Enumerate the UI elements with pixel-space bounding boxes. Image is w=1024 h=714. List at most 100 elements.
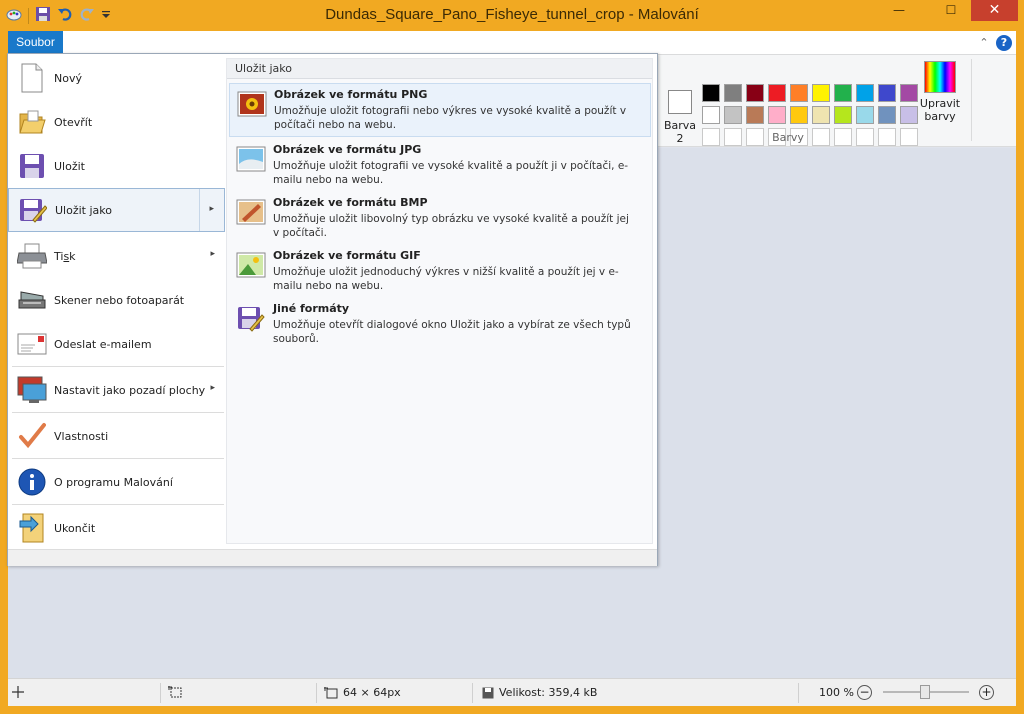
- title-bar: Dundas_Square_Pano_Fisheye_tunnel_crop -…: [0, 0, 1024, 31]
- palette-color-swatch[interactable]: [702, 84, 720, 102]
- menu-item-open[interactable]: Otevřít: [8, 100, 225, 144]
- menu-item-label: Skener nebo fotoaparát: [54, 293, 185, 307]
- custom-color-slot[interactable]: [900, 128, 918, 146]
- disk-icon: [482, 687, 494, 698]
- palette-color-swatch[interactable]: [834, 106, 852, 124]
- minimize-button[interactable]: —: [882, 0, 916, 22]
- palette-color-swatch[interactable]: [724, 84, 742, 102]
- new-document-icon: [17, 63, 47, 93]
- client-area: Soubor ⌃ ? Barva 2 Upravit barvy Barvy 64 …: [7, 31, 1016, 706]
- palette-color-swatch[interactable]: [724, 106, 742, 124]
- menu-item-exit[interactable]: Ukončit: [8, 506, 225, 550]
- custom-color-slot[interactable]: [746, 128, 764, 146]
- save-as-gif[interactable]: Obrázek ve formátu GIF Umožňuje uložit j…: [229, 245, 651, 299]
- edit-colors-label[interactable]: Upravit barvy: [914, 97, 966, 123]
- save-as-submenu: Uložit jako Obrázek ve formátu PNG Umožň…: [226, 58, 653, 544]
- email-icon: [17, 329, 47, 359]
- zoom-in-button[interactable]: +: [979, 685, 994, 700]
- file-menu-footer: [8, 549, 657, 566]
- palette-color-swatch[interactable]: [768, 106, 786, 124]
- save-as-png[interactable]: Obrázek ve formátu PNG Umožňuje uložit f…: [229, 83, 651, 137]
- menu-item-label: Otevřít: [54, 115, 93, 129]
- menu-item-properties[interactable]: Vlastnosti: [8, 414, 225, 458]
- menu-item-label: Vlastnosti: [54, 429, 109, 443]
- file-menu-commands: Nový Otevřít Uložit Uložit jako ▸ Tisk ▸: [8, 54, 225, 549]
- menu-item-label: Nastavit jako pozadí plochy: [54, 383, 206, 397]
- palette-color-swatch[interactable]: [790, 84, 808, 102]
- menu-separator: [12, 458, 224, 459]
- menu-item-save[interactable]: Uložit: [8, 144, 225, 188]
- window-title: Dundas_Square_Pano_Fisheye_tunnel_crop -…: [325, 6, 699, 23]
- zoom-slider-thumb[interactable]: [920, 685, 930, 699]
- save-as-jpg[interactable]: Obrázek ve formátu JPG Umožňuje uložit f…: [229, 139, 651, 193]
- save-as-icon: [18, 195, 48, 225]
- color2-label[interactable]: Barva 2: [660, 119, 700, 145]
- collapse-ribbon-icon[interactable]: ⌃: [976, 35, 992, 51]
- custom-color-slot[interactable]: [856, 128, 874, 146]
- file-size-text: Velikost: 359,4 kB: [499, 686, 598, 699]
- open-folder-icon: [17, 107, 47, 137]
- zoom-out-button[interactable]: −: [857, 685, 872, 700]
- format-description: Umožňuje uložit libovolný typ obrázku ve…: [273, 213, 629, 239]
- format-description: Umožňuje uložit fotografii ve vysoké kva…: [273, 160, 629, 186]
- custom-color-slot[interactable]: [702, 128, 720, 146]
- palette-color-swatch[interactable]: [812, 84, 830, 102]
- help-icon[interactable]: ?: [996, 35, 1012, 51]
- color2-swatch[interactable]: [668, 90, 692, 114]
- file-menu: Nový Otevřít Uložit Uložit jako ▸ Tisk ▸: [7, 53, 658, 566]
- zoom-in-icon[interactable]: +: [979, 685, 994, 700]
- custom-color-slot[interactable]: [812, 128, 830, 146]
- menu-item-save-as[interactable]: Uložit jako ▸: [8, 188, 225, 232]
- menu-item-set-desktop-background[interactable]: Nastavit jako pozadí plochy ▸: [8, 368, 225, 412]
- selection-size-icon: [168, 686, 182, 698]
- menu-separator: [12, 412, 224, 413]
- palette-color-swatch[interactable]: [768, 84, 786, 102]
- palette-color-swatch[interactable]: [856, 84, 874, 102]
- maximize-button[interactable]: ☐: [934, 0, 968, 22]
- palette-color-swatch[interactable]: [878, 84, 896, 102]
- menu-item-label: Ukončit: [54, 521, 96, 535]
- menu-item-email[interactable]: Odeslat e-mailem: [8, 322, 225, 366]
- format-description: Umožňuje otevřít dialogové okno Uložit j…: [273, 319, 631, 345]
- status-separator: [798, 683, 799, 703]
- menu-item-label: Uložit jako: [55, 203, 112, 217]
- tab-file[interactable]: Soubor: [8, 31, 63, 55]
- printer-icon: [17, 241, 47, 271]
- submenu-arrow-icon[interactable]: ▸: [209, 204, 214, 214]
- custom-color-slot[interactable]: [834, 128, 852, 146]
- format-title: Obrázek ve formátu JPG: [273, 143, 422, 156]
- submenu-header: Uložit jako: [227, 59, 652, 79]
- submenu-arrow-icon: ▸: [210, 383, 215, 393]
- menu-item-print[interactable]: Tisk ▸: [8, 234, 225, 278]
- submenu-arrow-icon: ▸: [210, 249, 215, 259]
- exit-icon: [17, 513, 47, 543]
- image-size-icon: [324, 686, 338, 698]
- palette-color-swatch[interactable]: [812, 106, 830, 124]
- palette-color-swatch[interactable]: [746, 84, 764, 102]
- save-as-bmp[interactable]: Obrázek ve formátu BMP Umožňuje uložit l…: [229, 192, 651, 246]
- format-description: Umožňuje uložit fotografii nebo výkres v…: [274, 105, 627, 131]
- colors-group-label: Barvy: [772, 131, 804, 144]
- palette-color-swatch[interactable]: [702, 106, 720, 124]
- zoom-out-icon[interactable]: −: [857, 685, 872, 700]
- image-dimensions: 64 × 64px: [324, 686, 401, 699]
- menu-item-new[interactable]: Nový: [8, 56, 225, 100]
- format-title: Obrázek ve formátu BMP: [273, 196, 428, 209]
- custom-color-slot[interactable]: [724, 128, 742, 146]
- palette-color-swatch[interactable]: [746, 106, 764, 124]
- palette-color-swatch[interactable]: [790, 106, 808, 124]
- menu-item-scanner[interactable]: Skener nebo fotoaparát: [8, 278, 225, 322]
- palette-color-swatch[interactable]: [856, 106, 874, 124]
- format-title: Jiné formáty: [273, 302, 350, 315]
- menu-item-label: O programu Malování: [54, 475, 173, 489]
- edit-colors-icon[interactable]: [924, 61, 956, 93]
- scanner-icon: [17, 285, 47, 315]
- custom-color-slot[interactable]: [878, 128, 896, 146]
- save-as-other-formats[interactable]: Jiné formáty Umožňuje otevřít dialogové …: [229, 298, 651, 352]
- close-button[interactable]: ✕: [971, 0, 1018, 21]
- png-image-icon: [237, 91, 267, 117]
- menu-item-label: Tisk: [54, 249, 76, 263]
- palette-color-swatch[interactable]: [878, 106, 896, 124]
- menu-item-about[interactable]: O programu Malování: [8, 460, 225, 504]
- palette-color-swatch[interactable]: [834, 84, 852, 102]
